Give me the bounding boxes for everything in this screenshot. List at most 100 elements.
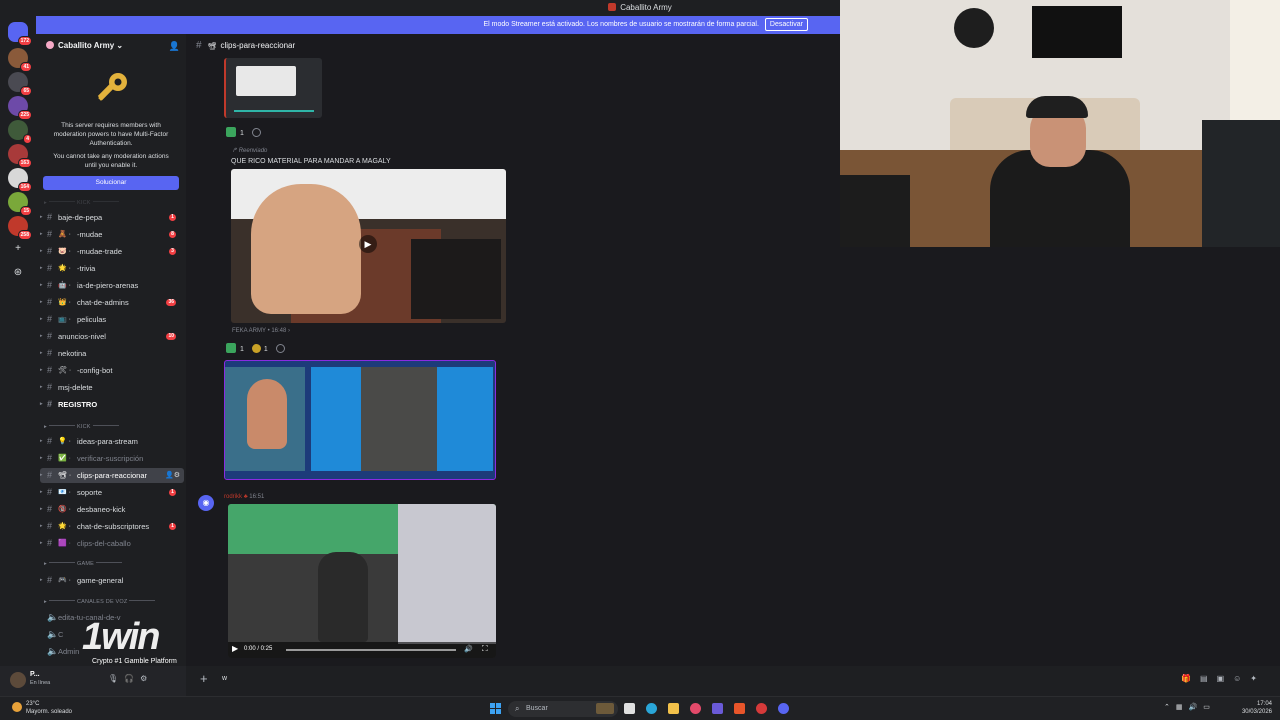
brave-browser-icon[interactable]	[734, 703, 745, 714]
channel-item[interactable]: ▸ # 🌟 · chat-de-subscriptores 1	[40, 519, 184, 534]
message-input[interactable]: w	[222, 675, 227, 682]
attach-plus-icon[interactable]: +	[200, 671, 208, 686]
gif-icon[interactable]: ▤	[1200, 674, 1217, 683]
channel-emoji-icon: 📽 ·	[58, 472, 72, 479]
emoji-icon[interactable]: ☺	[1233, 674, 1250, 683]
channel-item[interactable]: ▸ # REGISTRO	[40, 397, 184, 412]
disable-streamer-mode-button[interactable]: Desactivar	[764, 18, 808, 31]
file-explorer-icon[interactable]	[668, 703, 679, 714]
channel-label: nekotina	[58, 349, 87, 358]
banner-text: El modo Streamer está activado. Los nomb…	[483, 21, 759, 28]
server-icon[interactable]: 258	[8, 216, 32, 240]
channel-item[interactable]: ▸ # 📧 · soporte 1	[40, 485, 184, 500]
apps-icon[interactable]: ✦	[1250, 674, 1266, 683]
channel-item[interactable]: ▸ # 📽 · clips-para-reaccionar 👤⚙	[40, 468, 184, 483]
video-seek-bar[interactable]	[286, 649, 456, 651]
taskbar-clock[interactable]: 17:04 30/03/2026	[1232, 700, 1272, 716]
category-game[interactable]: ▸ GAME	[44, 561, 124, 567]
channel-item[interactable]: ▸ # 🐷 · -mudae-trade 3	[40, 244, 184, 259]
channel-settings-icon[interactable]: 👤⚙	[165, 468, 180, 483]
sticker-icon[interactable]: ▣	[1217, 674, 1234, 683]
app-icon[interactable]	[756, 703, 767, 714]
gear-icon[interactable]: ⚙	[140, 674, 153, 683]
discord-taskbar-icon[interactable]	[778, 703, 789, 714]
channel-item[interactable]: ▸ # nekotina	[40, 346, 184, 361]
category-label: KICK	[76, 200, 91, 206]
channel-item[interactable]: ▸ # 🎮 · game-general	[40, 573, 184, 588]
avatar[interactable]	[10, 672, 26, 688]
category-kick[interactable]: ▸ KICK	[44, 424, 121, 430]
network-icon[interactable]: ▦	[1176, 704, 1189, 711]
video-frame	[247, 379, 287, 449]
headphones-icon[interactable]: 🎧	[124, 674, 140, 683]
taskbar: 23°C Mayorm. soleado ⌕ Buscar ⌃▦🔊▭ 17:04 …	[0, 696, 1280, 720]
server-icon[interactable]: 225	[8, 96, 32, 120]
server-icon[interactable]: 163	[8, 144, 32, 168]
hashtag-icon: #	[47, 297, 53, 307]
explore-servers-icon[interactable]: ⊛	[11, 266, 25, 280]
channel-item[interactable]: ▸ # 🧸 · -mudae 8	[40, 227, 184, 242]
forward-source[interactable]: FEKA ARMY • 16:48 ›	[232, 328, 290, 334]
server-icon[interactable]: 4	[8, 120, 32, 144]
add-reaction-icon[interactable]	[275, 344, 285, 353]
channel-item[interactable]: ▸ # 👑 · chat-de-admins 36	[40, 295, 184, 310]
invite-people-icon[interactable]: 👤	[169, 34, 180, 58]
volume-icon[interactable]: 🔊	[1189, 704, 1204, 711]
hashtag-icon: #	[47, 575, 53, 585]
channel-item[interactable]: ▸ # 🔞 · desbaneo-kick	[40, 502, 184, 517]
category-voice[interactable]: ▸ CANALES DE VOZ	[44, 599, 157, 605]
channel-item[interactable]: ▸ # anuncios-nivel 10	[40, 329, 184, 344]
server-icon[interactable]: 164	[8, 168, 32, 192]
channel-item[interactable]: ▸ # 🛠 · -config-bot	[40, 363, 184, 378]
task-view-icon[interactable]	[624, 703, 635, 714]
chevron-up-icon[interactable]: ⌃	[1164, 704, 1176, 711]
hashtag-icon: #	[47, 348, 53, 358]
taskbar-widget-icon[interactable]	[596, 703, 614, 714]
reaction-bar[interactable]: 11	[226, 343, 285, 354]
server-icon[interactable]: 41	[8, 48, 32, 72]
streamer-mode-banner: El modo Streamer está activado. Los nomb…	[36, 16, 840, 34]
weather-widget[interactable]: 23°C Mayorm. soleado	[12, 700, 72, 716]
microphone-icon[interactable]: 🎙	[108, 674, 124, 683]
voice-controls[interactable]: 🎙🎧⚙	[108, 674, 153, 683]
channel-item[interactable]: ▸ # baje-de-pepa 1	[40, 210, 184, 225]
category-top[interactable]: ▸ KICK	[44, 200, 121, 206]
dm-home-button[interactable]: 172	[8, 22, 32, 46]
clip-thumbnail[interactable]	[224, 360, 496, 480]
user-status: En línea	[30, 680, 51, 686]
fullscreen-icon[interactable]: ⛶	[482, 644, 488, 654]
battery-icon[interactable]: ▭	[1203, 704, 1216, 711]
channel-item[interactable]: ▸ # 🌟 · -trivia	[40, 261, 184, 276]
channel-item[interactable]: ▸ # ✅ · verificar-suscripción	[40, 451, 184, 466]
fix-mfa-button[interactable]: Solucionar	[43, 176, 179, 190]
windows-start-icon[interactable]	[490, 703, 501, 714]
channel-item[interactable]: ▸ # 📺 · peliculas	[40, 312, 184, 327]
edge-browser-icon[interactable]	[646, 703, 657, 714]
video-embed[interactable]: ▶	[231, 169, 506, 323]
server-icon[interactable]: 65	[8, 72, 32, 96]
message-author[interactable]: rodrikk	[224, 494, 242, 500]
volume-icon[interactable]: 🔊	[464, 645, 473, 653]
channel-item[interactable]: ▸ # 💡 · ideas-para-stream	[40, 434, 184, 449]
message-input-bar[interactable]: + w 🎁▤▣☺✦	[186, 666, 1280, 696]
add-reaction-icon[interactable]	[251, 128, 261, 137]
reaction-bar[interactable]: 1	[226, 127, 261, 138]
play-icon[interactable]: ▶	[359, 235, 377, 253]
discord-bot-avatar-icon[interactable]: ◉	[198, 495, 214, 511]
app-icon[interactable]	[690, 703, 701, 714]
channel-item[interactable]: ▸ # 🤖 · ia-de-piero-arenas	[40, 278, 184, 293]
embed-preview[interactable]	[224, 58, 322, 118]
server-header[interactable]: Caballito Army ⌄ 👤	[36, 34, 186, 58]
video-player[interactable]: ▶ 0:00 / 0:25 🔊 ⛶	[228, 504, 496, 658]
channel-item[interactable]: ▸ # msj-delete	[40, 380, 184, 395]
channel-item[interactable]: ▸ # 🟪 · clips-del-caballo	[40, 536, 184, 551]
add-server-icon[interactable]: +	[11, 242, 25, 256]
play-icon[interactable]: ▶	[232, 644, 238, 653]
server-icon[interactable]: 15	[8, 192, 32, 216]
teams-icon[interactable]	[712, 703, 723, 714]
gift-icon[interactable]: 🎁	[1181, 674, 1200, 683]
video-frame	[251, 184, 361, 314]
category-label: KICK	[76, 424, 91, 430]
unread-indicator-icon: ▸	[40, 367, 43, 373]
channel-emoji-icon: ✅ ·	[58, 455, 71, 462]
